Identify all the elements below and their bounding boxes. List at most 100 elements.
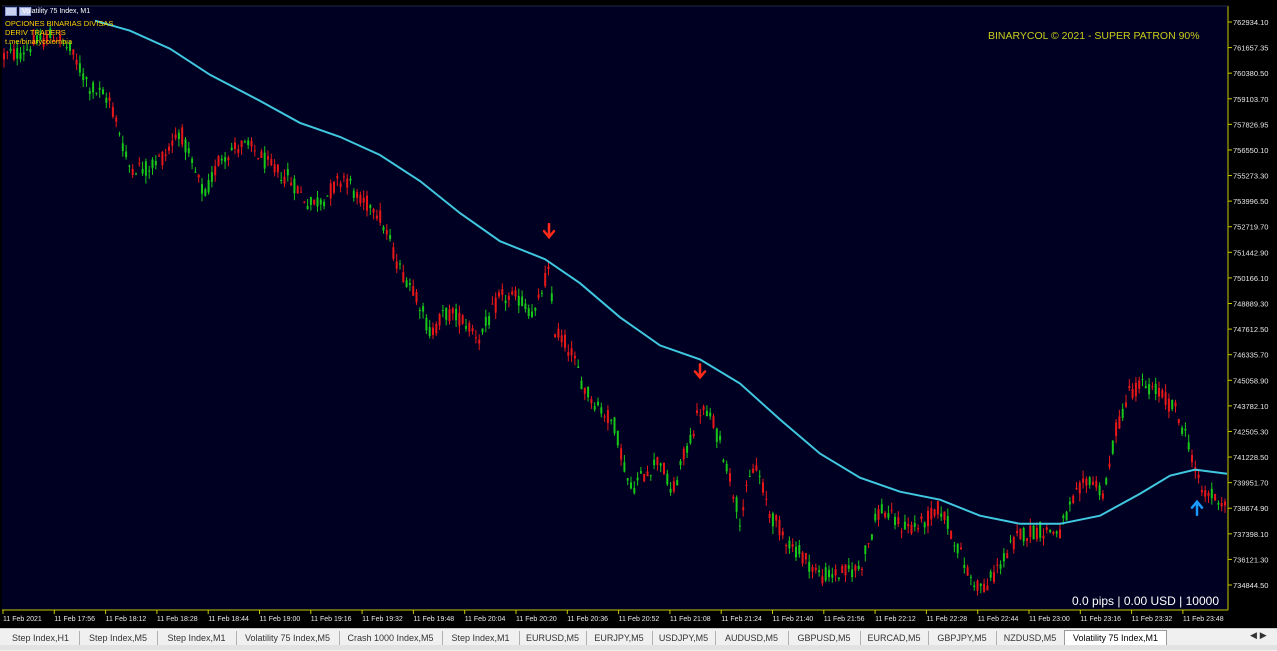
candle-bull (9, 48, 12, 51)
tab-symbol[interactable]: EURJPY,M5 (586, 631, 653, 646)
info-line: OPCIONES BINARIAS DIVISAS (5, 19, 114, 28)
candle-bear (1204, 490, 1207, 497)
candle-bull (504, 300, 507, 304)
y-tick-label: 753996.50 (1233, 197, 1268, 206)
chevron-right-icon[interactable]: ▶ (1260, 631, 1267, 641)
candle-bear (75, 59, 78, 65)
x-tick-label: 11 Feb 19:48 (413, 616, 454, 623)
candle-bull (135, 173, 137, 175)
tab-symbol[interactable]: USDJPY,M5 (652, 631, 716, 646)
y-tick-label: 739951.70 (1233, 479, 1268, 488)
candle-bear (283, 176, 286, 184)
candle-bear (72, 49, 75, 55)
x-tick-label: 11 Feb 20:20 (516, 616, 557, 623)
x-tick-label: 11 Feb 19:00 (260, 616, 301, 623)
tab-symbol[interactable]: Crash 1000 Index,M5 (339, 631, 443, 646)
candle-bull (428, 327, 431, 336)
candle-bear (448, 309, 451, 322)
candle-bear (217, 156, 220, 166)
candle-bull (689, 434, 692, 444)
candle-bull (864, 545, 867, 555)
candle-bull (92, 82, 95, 93)
candle-bull (679, 460, 682, 466)
candle-bull (626, 478, 629, 481)
candle-bull (286, 169, 289, 176)
candle-bull (989, 571, 992, 578)
candle-bull (524, 303, 527, 310)
tab-symbol[interactable]: Step Index,M1 (157, 631, 237, 646)
tab-symbol[interactable]: GBPUSD,M5 (788, 631, 861, 646)
candle-bear (936, 501, 939, 515)
tab-symbol[interactable]: Step Index,M1 (442, 631, 520, 646)
candle-bull (894, 516, 896, 526)
candle-bear (663, 462, 665, 475)
candle-bull (771, 513, 774, 527)
candle-bear (1026, 538, 1028, 541)
candlestick-chart[interactable]: 762934.10 761657.35 760380.50 759103.70 7578… (0, 0, 1277, 628)
tab-symbol[interactable]: EURUSD,M5 (519, 631, 587, 646)
candle-bull (319, 199, 322, 205)
tab-symbol[interactable]: AUDUSD,M5 (715, 631, 789, 646)
y-tick-label: 752719.70 (1233, 223, 1268, 232)
candle-bear (494, 297, 497, 313)
tab-symbol[interactable]: GBPJPY,M5 (928, 631, 997, 646)
candle-bear (514, 290, 517, 297)
candle-bear (1072, 495, 1075, 503)
candle-bear (1128, 386, 1131, 389)
candle-bear (451, 308, 454, 314)
tab-symbol[interactable]: Volatility 75 Index,M5 (236, 631, 340, 646)
candle-bull (418, 309, 421, 312)
tab-symbol[interactable]: NZDUSD,M5 (996, 631, 1065, 646)
candle-bull (88, 91, 91, 94)
candle-bear (276, 164, 279, 173)
candle-bear (890, 509, 893, 511)
candle-bear (339, 183, 342, 188)
candle-bear (1012, 537, 1015, 550)
candle-bull (408, 283, 411, 285)
y-tick-label: 745058.90 (1233, 376, 1268, 385)
candle-bull (326, 195, 329, 197)
x-tick-label: 11 Feb 23:16 (1080, 616, 1121, 623)
tab-symbol[interactable]: EURCAD,M5 (860, 631, 929, 646)
chart-area[interactable]: 762934.10 761657.35 760380.50 759103.70 7578… (0, 0, 1277, 628)
candle-bear (372, 208, 375, 213)
y-tick-label: 736121.30 (1233, 555, 1268, 564)
candle-bear (1224, 501, 1226, 506)
chevron-left-icon[interactable]: ◀ (1250, 631, 1257, 641)
y-tick-label: 756550.10 (1233, 146, 1268, 155)
candle-bull (191, 158, 194, 163)
candle-bear (560, 335, 563, 343)
candle-bull (999, 564, 1002, 569)
candle-bull (1049, 529, 1052, 532)
candle-bear (333, 181, 335, 193)
tab-symbol[interactable]: Step Index,H1 (2, 631, 80, 646)
candle-bear (976, 580, 979, 591)
candle-bear (171, 140, 174, 146)
candle-bull (725, 463, 728, 472)
candle-bull (880, 504, 883, 514)
candle-bull (1022, 527, 1025, 542)
candle-bull (913, 523, 916, 527)
candle-bull (722, 459, 725, 462)
candle-bull (125, 151, 128, 158)
candle-bear (742, 507, 745, 511)
candle-bear (996, 564, 999, 566)
candle-bull (1141, 379, 1144, 381)
candle-bear (762, 482, 764, 493)
candle-bull (1068, 501, 1071, 505)
tab-symbol[interactable]: Step Index,M5 (79, 631, 158, 646)
candle-bear (547, 266, 550, 270)
horizontal-scrollbar[interactable] (0, 645, 1277, 650)
candle-bear (801, 552, 804, 564)
x-tick-label: 11 Feb 21:08 (670, 616, 711, 623)
candle-bull (903, 521, 906, 530)
candle-bull (1210, 488, 1213, 499)
candle-bull (636, 477, 639, 481)
tab-nav-arrows[interactable]: ◀ ▶ (1250, 631, 1274, 646)
candle-bear (250, 141, 253, 147)
candle-bull (207, 180, 210, 193)
candle-bull (382, 226, 385, 231)
candle-bear (917, 528, 920, 530)
candle-bear (544, 273, 547, 287)
info-lines: OPCIONES BINARIAS DIVISAS DERIV TRADERS … (5, 19, 113, 46)
